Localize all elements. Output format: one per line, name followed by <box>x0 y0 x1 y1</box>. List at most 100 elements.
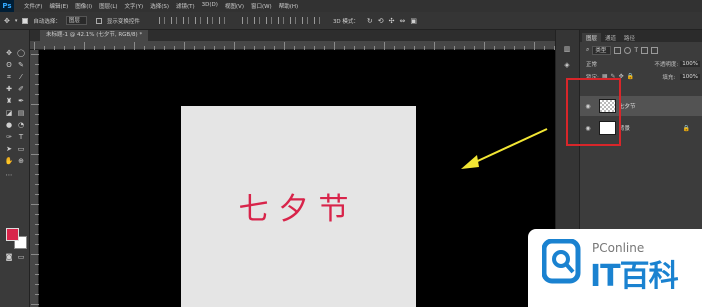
filter-pixel-icon[interactable] <box>614 46 622 54</box>
fill-field[interactable]: 100% <box>680 73 700 80</box>
align-buttons <box>158 17 227 24</box>
menu-items: 文件(F) 编辑(E) 图像(I) 图层(L) 文字(Y) 选择(S) 滤镜(T… <box>24 2 298 10</box>
distribute-buttons <box>241 17 322 24</box>
menu-edit[interactable]: 编辑(E) <box>49 2 68 10</box>
quick-mask-icon[interactable]: ◙ <box>4 252 14 262</box>
eyedropper-tool-icon[interactable]: ⁄ <box>16 72 26 82</box>
menu-3d[interactable]: 3D(D) <box>202 2 218 10</box>
watermark: PConline IT百科 <box>528 229 702 307</box>
clone-stamp-tool-icon[interactable]: ♜ <box>4 96 14 106</box>
options-bar: ✥ ▾ 自动选择： 图层 显示变换控件 3D 模式： ↻ ⟲ ✣ ⇔ ▣ <box>0 12 702 30</box>
chevron-down-icon[interactable]: ▾ <box>15 18 18 24</box>
crop-tool-icon[interactable]: ⌗ <box>4 72 14 82</box>
zoom-tool-icon[interactable]: ⊕ <box>16 156 26 166</box>
distribute-bottom-icon[interactable] <box>265 17 272 24</box>
show-transform-checkbox[interactable] <box>95 17 102 24</box>
properties-panel-icon[interactable]: ◈ <box>562 60 572 70</box>
screen-mode-icon[interactable]: ▭ <box>16 252 26 262</box>
marquee-tool-icon[interactable]: ◯ <box>16 48 26 58</box>
menu-image[interactable]: 图像(I) <box>75 2 92 10</box>
filter-adjustment-icon[interactable] <box>624 46 632 54</box>
menu-filter[interactable]: 滤镜(T) <box>176 2 195 10</box>
path-select-tool-icon[interactable]: ➤ <box>4 144 14 154</box>
shape-tool-icon[interactable]: ▭ <box>16 144 26 154</box>
distribute-vcenter-icon[interactable] <box>253 17 260 24</box>
move-tool-icon[interactable]: ✥ <box>4 17 10 25</box>
tab-layers[interactable]: 图层 <box>582 33 602 42</box>
pen-tool-icon[interactable]: ✑ <box>4 132 14 142</box>
ruler-tick <box>31 204 39 205</box>
3d-scale-icon[interactable]: ▣ <box>410 17 417 25</box>
menu-help[interactable]: 帮助(H) <box>279 2 298 10</box>
hand-tool-icon[interactable]: ✋ <box>4 156 14 166</box>
filter-type-icon[interactable]: T <box>634 47 638 54</box>
type-tool-icon[interactable]: T <box>16 132 26 142</box>
menu-select[interactable]: 选择(S) <box>150 2 169 10</box>
auto-select-dropdown[interactable]: 图层 <box>65 16 87 25</box>
quick-select-tool-icon[interactable]: ✎ <box>16 60 26 70</box>
distribute-left-icon[interactable] <box>277 17 284 24</box>
3d-mode-buttons: ↻ ⟲ ✣ ⇔ ▣ <box>367 17 417 25</box>
dodge-tool-icon[interactable]: ◔ <box>16 120 26 130</box>
vertical-ruler[interactable] <box>30 50 39 307</box>
distribute-right-icon[interactable] <box>301 17 308 24</box>
ruler-tick <box>31 54 39 55</box>
ruler-tick <box>284 42 285 50</box>
align-bottom-icon[interactable] <box>182 17 189 24</box>
align-left-icon[interactable] <box>194 17 201 24</box>
menu-view[interactable]: 视图(V) <box>225 2 244 10</box>
document-tab[interactable]: 未标题-1 @ 42.1% (七夕节, RGB/8) * <box>40 30 149 41</box>
layer-name: 七夕节 <box>619 104 636 110</box>
3d-mode-label: 3D 模式： <box>332 18 359 25</box>
ruler-tick <box>31 304 39 305</box>
foreground-color-swatch[interactable] <box>6 228 19 241</box>
show-transform-label: 显示变换控件 <box>106 18 140 25</box>
tab-paths[interactable]: 路径 <box>620 33 639 42</box>
ruler-tick <box>34 42 35 50</box>
blend-mode-dropdown[interactable]: 正常 <box>586 60 597 68</box>
3d-roll-icon[interactable]: ⟲ <box>378 17 384 25</box>
history-panel-icon[interactable]: ▥ <box>562 44 572 54</box>
eraser-tool-icon[interactable]: ◪ <box>4 108 14 118</box>
document-tab-bar: 未标题-1 @ 42.1% (七夕节, RGB/8) * <box>30 30 555 41</box>
distribute-hcenter-icon[interactable] <box>289 17 296 24</box>
layer-filter-row: ⌕ 类型 T <box>580 44 702 56</box>
move-tool-icon[interactable]: ✥ <box>4 48 14 58</box>
menu-type[interactable]: 文字(Y) <box>125 2 144 10</box>
menu-layer[interactable]: 图层(L) <box>99 2 117 10</box>
horizontal-ruler[interactable] <box>30 41 555 50</box>
ruler-tick <box>234 42 235 50</box>
distribute-top-icon[interactable] <box>241 17 248 24</box>
3d-slide-icon[interactable]: ⇔ <box>400 17 406 25</box>
auto-select-checkbox[interactable] <box>22 17 29 24</box>
tab-channels[interactable]: 通道 <box>601 33 620 42</box>
filter-kind-dropdown[interactable]: 类型 <box>592 45 612 55</box>
blur-tool-icon[interactable]: ● <box>4 120 14 130</box>
ruler-tick <box>484 42 485 50</box>
menu-window[interactable]: 窗口(W) <box>251 2 272 10</box>
filter-shape-icon[interactable] <box>641 46 649 54</box>
opacity-label: 不透明度: <box>654 61 679 68</box>
document-canvas[interactable]: 七夕节 <box>181 106 416 307</box>
align-hcenter-icon[interactable] <box>206 17 213 24</box>
3d-rotate-icon[interactable]: ↻ <box>367 17 373 25</box>
artwork-text: 七夕节 <box>238 192 359 227</box>
menu-file[interactable]: 文件(F) <box>24 2 42 10</box>
healing-brush-tool-icon[interactable]: ✚ <box>4 84 14 94</box>
opacity-field[interactable]: 100% <box>680 60 700 67</box>
ruler-tick <box>31 104 39 105</box>
history-brush-tool-icon[interactable]: ✒ <box>16 96 26 106</box>
more-tools-icon[interactable]: ⋯ <box>4 170 14 180</box>
brush-tool-icon[interactable]: ✐ <box>16 84 26 94</box>
ruler-tick <box>84 42 85 50</box>
align-right-icon[interactable] <box>218 17 225 24</box>
3d-pan-icon[interactable]: ✣ <box>389 17 395 25</box>
auto-align-icon[interactable] <box>313 17 320 24</box>
align-top-icon[interactable] <box>158 17 165 24</box>
ruler-tick <box>134 42 135 50</box>
lock-all-icon[interactable]: 🔒 <box>627 73 634 80</box>
filter-smart-object-icon[interactable] <box>651 46 659 54</box>
gradient-tool-icon[interactable]: ▤ <box>16 108 26 118</box>
align-vcenter-icon[interactable] <box>170 17 177 24</box>
lasso-tool-icon[interactable]: ʘ <box>4 60 14 70</box>
